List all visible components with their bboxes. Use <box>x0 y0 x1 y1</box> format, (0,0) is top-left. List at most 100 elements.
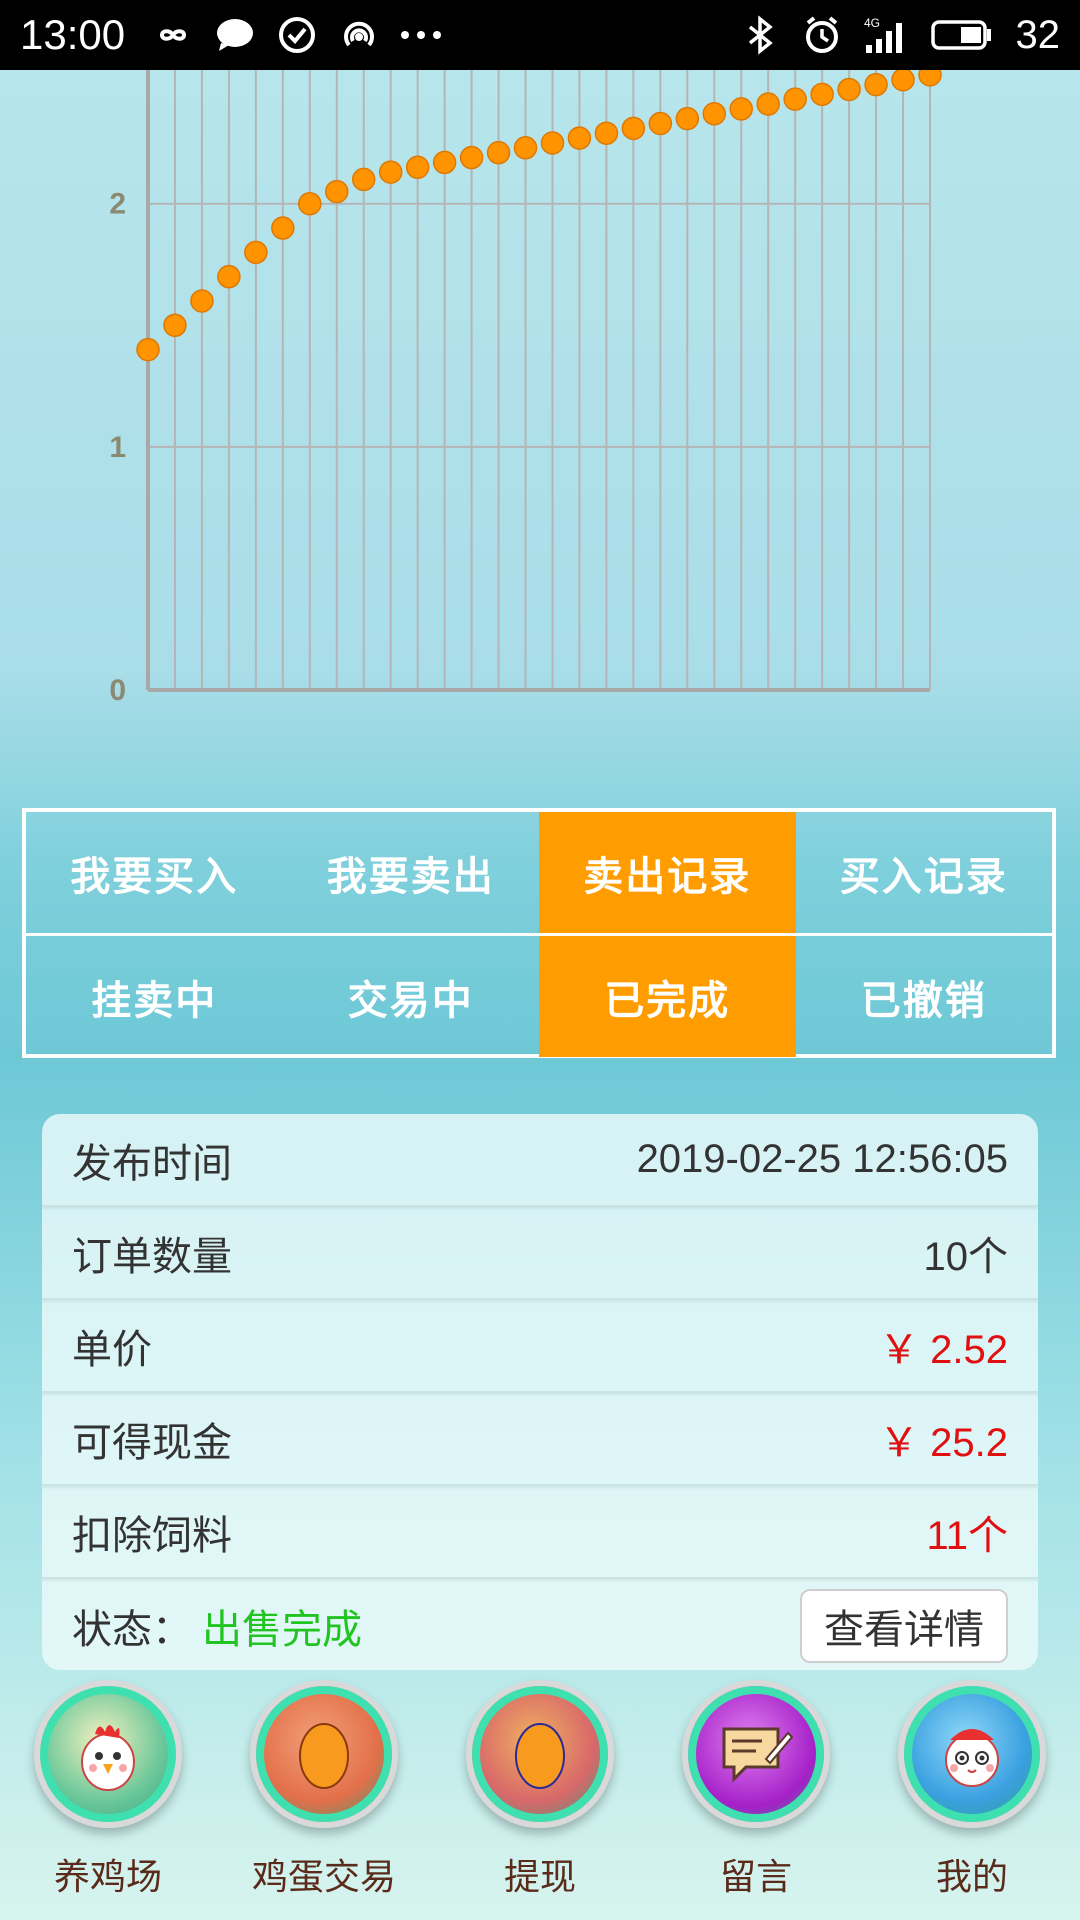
tab-row-status: 挂卖中 交易中 已完成 已撤销 <box>26 933 1052 1057</box>
data-point <box>513 136 538 160</box>
data-point <box>918 70 942 87</box>
view-details-button[interactable]: 查看详情 <box>800 1588 1008 1663</box>
feed-value: 11个 <box>926 1513 1008 1558</box>
sell-record-card: 发布时间 2019-02-25 12:56:05 订单数量 10个 单价 ￥ 2… <box>42 1114 1038 1670</box>
chicken-icon <box>34 1680 182 1828</box>
nav-profile-label: 我的 <box>935 1857 1008 1898</box>
nav-chicken-farm[interactable]: 养鸡场 <box>18 1680 198 1900</box>
data-point <box>675 106 700 131</box>
nav-egg-trade-label: 鸡蛋交易 <box>251 1857 396 1898</box>
price-chart: 0 1 2 <box>0 70 1080 776</box>
data-point <box>271 216 295 240</box>
cash-value: ￥ 25.2 <box>879 1420 1008 1465</box>
signal-4g-icon: 4G <box>860 11 916 59</box>
tab-row-primary: 我要买入 我要卖出 卖出记录 买入记录 <box>26 812 1052 933</box>
tab-buy[interactable]: 我要买入 <box>26 812 283 933</box>
publish-time-value: 2019-02-25 12:56:05 <box>636 1137 1008 1181</box>
hotspot-icon <box>335 11 383 59</box>
data-point <box>298 191 322 216</box>
data-point <box>702 102 727 126</box>
data-point <box>621 116 646 141</box>
more-dots-icon <box>397 11 445 59</box>
feed-label: 扣除饲料 <box>72 1512 232 1559</box>
data-point <box>756 92 780 116</box>
battery-percent: 32 <box>1015 12 1061 57</box>
data-point <box>594 121 619 145</box>
tab-buy-records[interactable]: 买入记录 <box>796 812 1053 933</box>
data-point <box>459 145 484 170</box>
cash-row: 可得现金 ￥ 25.2 <box>42 1393 1038 1486</box>
order-qty-row: 订单数量 10个 <box>42 1207 1038 1300</box>
nav-egg-trade[interactable]: 鸡蛋交易 <box>234 1680 414 1900</box>
order-qty-value: 10个 <box>923 1234 1009 1279</box>
tab-completed-label: 已完成 <box>604 977 731 1024</box>
publish-time-row: 发布时间 2019-02-25 12:56:05 <box>42 1114 1038 1207</box>
tab-buy-label: 我要买入 <box>70 853 239 900</box>
tab-cancelled-label: 已撤销 <box>860 977 987 1024</box>
nav-chicken-farm-label: 养鸡场 <box>53 1857 162 1898</box>
check-circle-icon <box>273 11 321 59</box>
infinity-icon <box>149 11 197 59</box>
data-point <box>405 155 430 180</box>
message-note-icon <box>682 1680 830 1828</box>
y-tick-label: 1 <box>109 431 126 464</box>
data-point <box>810 82 834 107</box>
tab-listing-label: 挂卖中 <box>91 977 218 1024</box>
order-qty-label: 订单数量 <box>72 1233 232 1280</box>
data-point <box>136 337 160 362</box>
nav-withdraw[interactable]: 提现 <box>450 1680 630 1900</box>
chart-svg: 0 1 2 <box>109 70 942 707</box>
data-point <box>351 167 376 192</box>
status-label: 状态： <box>72 1606 192 1653</box>
tab-sell-records[interactable]: 卖出记录 <box>539 812 796 933</box>
tab-completed[interactable]: 已完成 <box>539 936 796 1057</box>
record-tabs: 我要买入 我要卖出 卖出记录 买入记录 挂卖中 交易中 已完成 已撤销 <box>22 808 1056 1058</box>
chat-bubble-icon <box>211 11 259 59</box>
data-point <box>378 160 403 184</box>
data-point <box>540 131 565 155</box>
data-point <box>864 72 888 97</box>
data-point <box>190 289 214 313</box>
tab-sell[interactable]: 我要卖出 <box>283 812 540 933</box>
egg-withdraw-icon <box>466 1680 614 1828</box>
data-point <box>891 70 915 92</box>
tab-sell-label: 我要卖出 <box>326 853 495 900</box>
tab-cancelled[interactable]: 已撤销 <box>796 936 1053 1057</box>
data-point <box>244 240 268 265</box>
status-group: 状态： 出售完成 <box>72 1597 362 1655</box>
tab-buy-records-label: 买入记录 <box>839 853 1008 900</box>
status-bar: 13:00 4G 32 <box>0 0 1080 70</box>
cash-label: 可得现金 <box>72 1419 232 1466</box>
data-point <box>567 126 592 150</box>
data-point <box>837 77 861 102</box>
egg-trade-icon <box>250 1680 398 1828</box>
publish-time-label: 发布时间 <box>72 1140 232 1187</box>
nav-message[interactable]: 留言 <box>666 1680 846 1900</box>
data-point <box>432 150 457 175</box>
tab-listing[interactable]: 挂卖中 <box>26 936 283 1057</box>
data-point <box>163 313 187 338</box>
unit-price-row: 单价 ￥ 2.52 <box>42 1300 1038 1393</box>
data-point <box>648 111 673 136</box>
status-row: 状态： 出售完成 查看详情 <box>42 1579 1038 1670</box>
data-point <box>486 140 511 165</box>
nav-withdraw-label: 提现 <box>503 1857 576 1898</box>
data-point <box>217 264 241 289</box>
bottom-nav: 养鸡场 鸡蛋交易 提现 留言 我的 <box>0 1680 1080 1920</box>
data-point <box>783 87 807 111</box>
data-point <box>729 97 753 121</box>
status-value: 出售完成 <box>202 1606 362 1653</box>
profile-avatar-icon <box>898 1680 1046 1828</box>
unit-price-value: ￥ 2.52 <box>879 1327 1008 1372</box>
feed-row: 扣除饲料 11个 <box>42 1486 1038 1579</box>
y-tick-label: 0 <box>109 674 126 707</box>
data-point <box>325 179 349 204</box>
tab-trading-label: 交易中 <box>347 977 474 1024</box>
alarm-icon <box>798 11 846 59</box>
tab-sell-records-label: 卖出记录 <box>583 853 752 900</box>
tab-trading[interactable]: 交易中 <box>283 936 540 1057</box>
nav-message-label: 留言 <box>719 1857 792 1898</box>
bluetooth-icon <box>736 11 784 59</box>
status-time: 13:00 <box>20 11 126 58</box>
nav-profile[interactable]: 我的 <box>882 1680 1062 1900</box>
